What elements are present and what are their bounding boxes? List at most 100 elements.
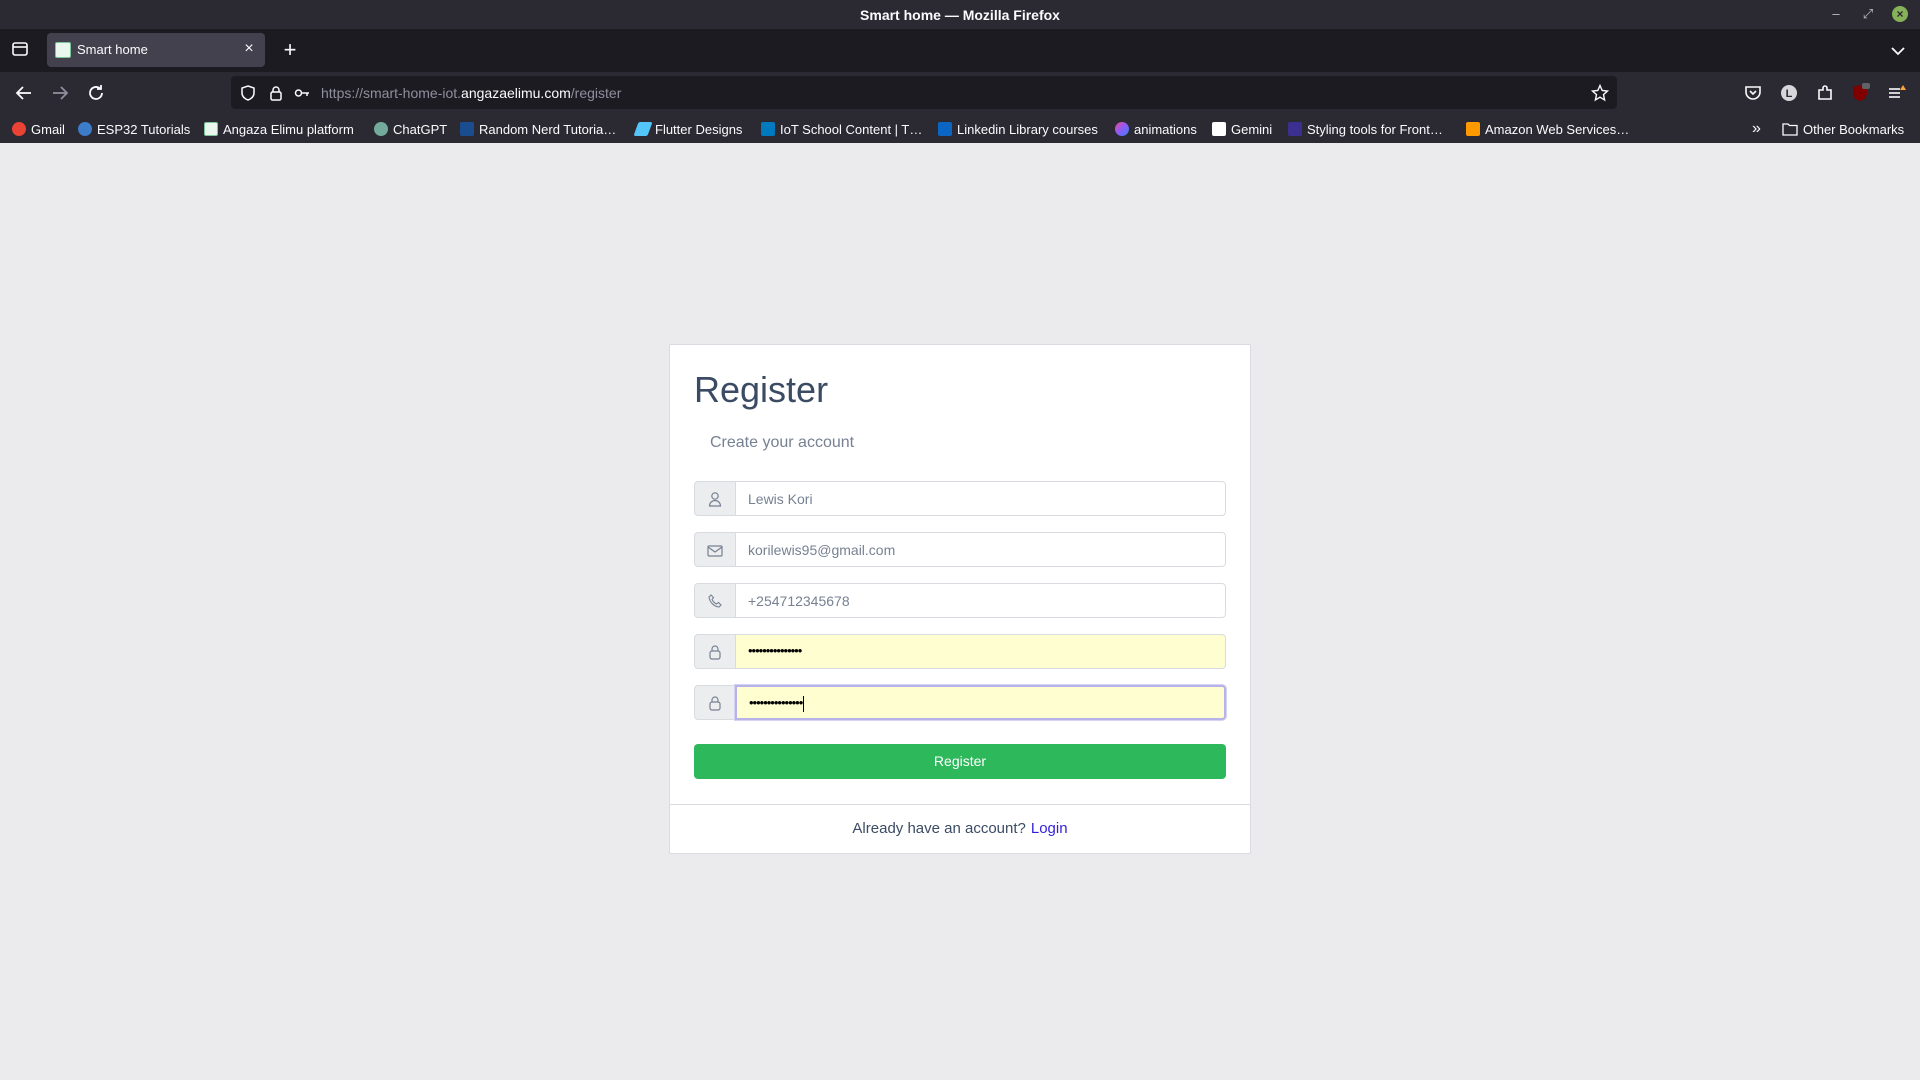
close-icon: ×: [1892, 6, 1908, 22]
close-window-button[interactable]: ×: [1890, 4, 1910, 24]
pocket-icon: [1745, 86, 1761, 100]
phone-icon: [694, 583, 736, 618]
repeat-password-value: •••••••••••••••: [749, 695, 803, 710]
reload-icon: [89, 85, 103, 100]
bookmark-label: Flutter Designs: [655, 121, 743, 137]
url-host: angazaelimu.com: [461, 85, 571, 101]
esp32-icon: [78, 122, 92, 136]
url-path: /register: [570, 85, 622, 101]
ublock-shield-icon: [1853, 83, 1870, 101]
repeat-password-input[interactable]: •••••••••••••••: [735, 685, 1226, 720]
bookmark-label: Random Nerd Tutoria…: [479, 121, 617, 137]
arrow-right-icon: [53, 86, 69, 100]
folder-icon: [1782, 123, 1798, 136]
tab-close-button[interactable]: ×: [239, 39, 259, 59]
minimize-button[interactable]: –: [1826, 4, 1846, 24]
bookmark-styling-tools[interactable]: Styling tools for Front…: [1288, 120, 1443, 138]
password-input[interactable]: •••••••••••••••: [735, 634, 1226, 669]
google-icon: [12, 122, 26, 136]
bookmarks-toolbar: Gmail ESP32 Tutorials Angaza Elimu platf…: [0, 114, 1920, 143]
firefox-view-icon: [12, 42, 28, 56]
reload-button[interactable]: [84, 81, 108, 105]
chatgpt-icon: [374, 122, 388, 136]
hamburger-menu-icon: [1889, 85, 1906, 98]
bookmark-aws[interactable]: Amazon Web Services…: [1466, 120, 1629, 138]
firefox-view-button[interactable]: [8, 37, 32, 61]
register-button[interactable]: Register: [694, 744, 1226, 779]
bookmark-esp32-tutorials[interactable]: ESP32 Tutorials: [78, 120, 190, 138]
page-subtitle: Create your account: [710, 434, 855, 451]
page-title: Register: [694, 369, 829, 410]
angaza-icon: [204, 122, 218, 136]
login-link[interactable]: Login: [1031, 820, 1068, 837]
app-menu-button[interactable]: [1884, 81, 1908, 105]
bookmark-label: Amazon Web Services…: [1485, 121, 1630, 137]
bookmark-animations[interactable]: animations: [1115, 120, 1197, 138]
bookmark-linkedin-library[interactable]: Linkedin Library courses: [938, 120, 1098, 138]
bookmark-star-icon[interactable]: [1590, 83, 1610, 102]
puzzle-icon: [1818, 85, 1832, 100]
other-bookmarks-label: Other Bookmarks: [1803, 121, 1905, 137]
rnt-icon: [460, 122, 474, 136]
aws-icon: [1466, 122, 1480, 136]
new-tab-button[interactable]: +: [278, 39, 302, 63]
bookmark-label: Angaza Elimu platform: [223, 121, 354, 137]
window-title: Smart home — Mozilla Firefox: [860, 7, 1060, 23]
bookmark-label: Gmail: [31, 121, 65, 137]
bookmark-flutter-designs[interactable]: Flutter Designs: [633, 120, 743, 138]
key-icon[interactable]: [293, 84, 311, 102]
email-input[interactable]: korilewis95@gmail.com: [735, 532, 1226, 567]
text-caret: [803, 695, 805, 712]
phone-field: +254712345678: [694, 583, 1226, 618]
bookmark-angaza-elimu[interactable]: Angaza Elimu platform: [204, 120, 354, 138]
bookmark-iot-school[interactable]: IoT School Content | T…: [761, 120, 922, 138]
card-footer: Already have an account? Login: [670, 804, 1250, 853]
bookmark-label: ChatGPT: [393, 121, 448, 137]
bookmark-gemini[interactable]: Gemini: [1212, 120, 1272, 138]
linkedin-icon: [938, 122, 952, 136]
other-bookmarks-folder[interactable]: Other Bookmarks: [1782, 120, 1904, 138]
register-card: Register Create your account Lewis Kori …: [669, 344, 1251, 854]
pocket-button[interactable]: [1741, 81, 1765, 105]
trello-icon: [761, 122, 775, 136]
bookmark-label: Gemini: [1231, 121, 1273, 137]
phone-input[interactable]: +254712345678: [735, 583, 1226, 618]
page-viewport: Register Create your account Lewis Kori …: [0, 143, 1920, 1080]
bookmark-random-nerd[interactable]: Random Nerd Tutoria…: [460, 120, 616, 138]
smart-home-favicon-icon: [55, 42, 71, 58]
ui-icon: [1288, 122, 1302, 136]
back-button[interactable]: [12, 81, 36, 105]
navigation-toolbar: https://smart-home-iot.angazaelimu.com/r…: [0, 72, 1920, 114]
lock-icon: [694, 634, 736, 669]
flutter-icon: [633, 122, 653, 136]
forward-button[interactable]: [48, 81, 72, 105]
bookmark-label: animations: [1134, 121, 1197, 137]
bookmarks-overflow-button[interactable]: »: [1752, 120, 1761, 138]
maximize-button[interactable]: ⤢: [1858, 4, 1878, 24]
gemini-icon: [1212, 122, 1226, 136]
shield-icon[interactable]: [239, 84, 257, 102]
tab-smart-home[interactable]: Smart home ×: [47, 33, 265, 67]
extensions-button[interactable]: [1813, 81, 1837, 105]
lock-icon[interactable]: [267, 84, 285, 102]
url-bar[interactable]: https://smart-home-iot.angazaelimu.com/r…: [231, 76, 1617, 109]
bookmark-label: IoT School Content | T…: [780, 121, 923, 137]
account-button[interactable]: L: [1777, 81, 1801, 105]
list-all-tabs-button[interactable]: [1886, 39, 1910, 63]
bookmark-label: ESP32 Tutorials: [97, 121, 191, 137]
ublock-button[interactable]: [1848, 81, 1872, 105]
bookmark-label: Linkedin Library courses: [957, 121, 1098, 137]
bookmark-gmail[interactable]: Gmail: [12, 120, 65, 138]
lock-icon: [694, 685, 736, 720]
password-field: •••••••••••••••: [694, 634, 1226, 669]
tab-bar: Smart home × +: [0, 29, 1920, 72]
login-prompt-text: Already have an account?: [852, 820, 1026, 837]
account-avatar-icon: L: [1781, 85, 1797, 101]
name-input[interactable]: Lewis Kori: [735, 481, 1226, 516]
user-icon: [694, 481, 736, 516]
arrow-left-icon: [15, 86, 31, 100]
url-text: https://smart-home-iot.angazaelimu.com/r…: [321, 85, 621, 101]
envelope-icon: [694, 532, 736, 567]
chevron-down-icon: [1891, 47, 1905, 56]
bookmark-chatgpt[interactable]: ChatGPT: [374, 120, 447, 138]
